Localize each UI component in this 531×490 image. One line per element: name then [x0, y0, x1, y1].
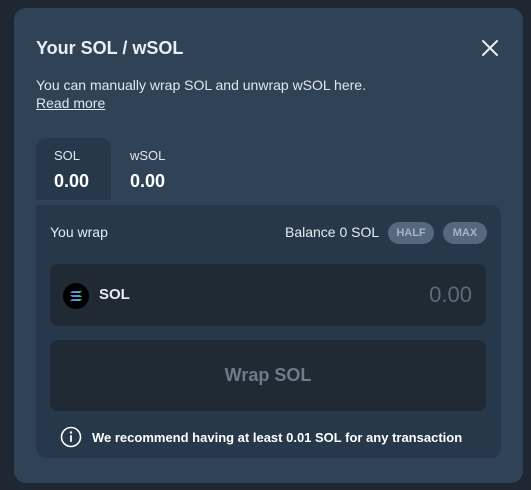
amount-input[interactable] [312, 282, 472, 308]
modal-title: Your SOL / wSOL [36, 38, 184, 58]
modal-description: You can manually wrap SOL and unwrap wSO… [36, 77, 366, 93]
solana-logo-icon [63, 283, 89, 309]
balance-text: Balance 0 SOL [285, 224, 380, 240]
wrap-sol-modal: Your SOL / wSOL You can manually wrap SO… [14, 8, 523, 483]
you-wrap-label: You wrap [50, 224, 108, 240]
tab-sol-label: SOL [54, 148, 81, 163]
close-icon[interactable] [480, 38, 500, 58]
wrap-sol-button[interactable]: Wrap SOL [50, 340, 486, 411]
tab-wsol-value: 0.00 [130, 171, 166, 191]
info-text: We recommend having at least 0.01 SOL fo… [92, 429, 463, 445]
max-button[interactable]: MAX [443, 222, 487, 244]
token-name: SOL [99, 286, 130, 303]
half-button[interactable]: HALF [388, 222, 434, 244]
tab-wsol[interactable]: wSOL 0.00 [112, 138, 190, 200]
amount-input-box: SOL [50, 264, 486, 326]
wrap-panel: You wrap Balance 0 SOL HALF MAX SOL 0.00… [36, 205, 501, 458]
tab-sol-value: 0.00 [54, 171, 90, 191]
tab-wsol-label: wSOL [130, 148, 166, 163]
read-more-link[interactable]: Read more [36, 95, 105, 111]
tab-sol[interactable]: SOL 0.00 [36, 138, 111, 200]
info-row: We recommend having at least 0.01 SOL fo… [60, 426, 462, 448]
info-icon [60, 426, 82, 448]
